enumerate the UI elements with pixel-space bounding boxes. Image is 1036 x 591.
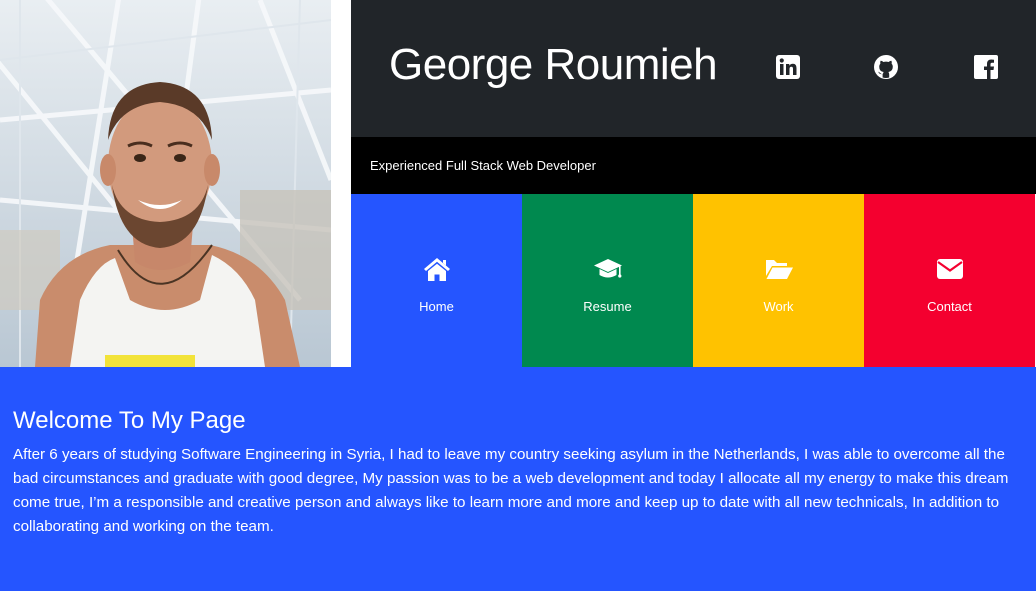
tagline: Experienced Full Stack Web Developer — [370, 158, 596, 173]
tagline-bar: Experienced Full Stack Web Developer — [351, 137, 1036, 194]
facebook-link[interactable] — [973, 54, 999, 80]
welcome-body: After 6 years of studying Software Engin… — [13, 446, 1009, 535]
nav-work-label: Work — [763, 299, 794, 314]
header: George Roumieh — [351, 0, 1036, 137]
welcome-title: Welcome To My Page — [13, 407, 246, 434]
page: George Roumieh Experienced Full Stack We… — [0, 0, 1036, 591]
facebook-icon — [973, 54, 999, 80]
home-icon — [422, 256, 452, 282]
page-title: George Roumieh — [389, 40, 718, 89]
linkedin-link[interactable] — [775, 54, 801, 80]
nav-resume-label: Resume — [583, 299, 632, 314]
welcome-section: Welcome To My Page After 6 years of stud… — [0, 367, 1036, 591]
graduation-cap-icon — [593, 256, 623, 282]
linkedin-icon — [775, 54, 801, 80]
folder-open-icon — [764, 256, 794, 282]
envelope-icon — [935, 256, 965, 282]
nav-contact[interactable]: Contact — [864, 194, 1035, 367]
nav-home[interactable]: Home — [351, 194, 522, 367]
nav-contact-label: Contact — [927, 299, 972, 314]
github-icon — [873, 54, 899, 80]
nav-home-label: Home — [419, 299, 454, 314]
nav-work[interactable]: Work — [693, 194, 864, 367]
profile-photo — [0, 0, 331, 367]
github-link[interactable] — [873, 54, 899, 80]
nav-resume[interactable]: Resume — [522, 194, 693, 367]
